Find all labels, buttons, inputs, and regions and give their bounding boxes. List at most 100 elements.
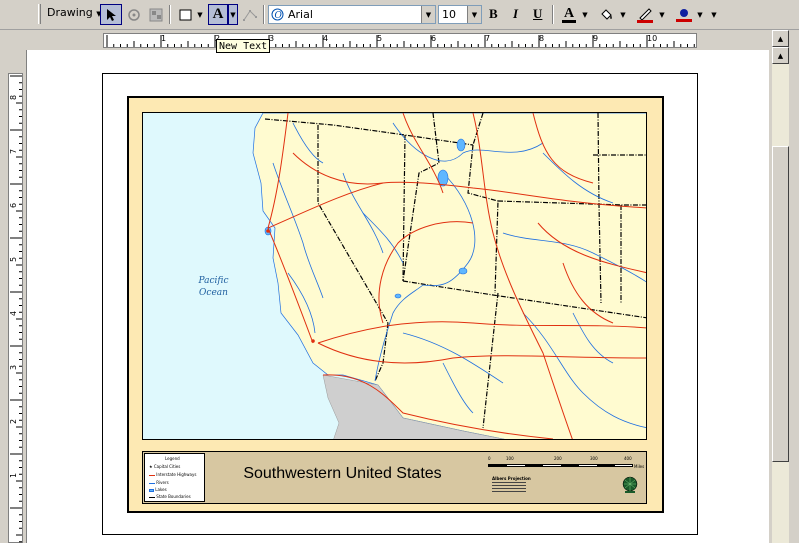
ruler-label: 1 <box>161 34 167 43</box>
ruler-label: 7 <box>485 34 491 43</box>
ruler-label: 8 <box>9 94 19 101</box>
marker-color-button[interactable] <box>673 4 695 25</box>
new-text-tooltip: New Text <box>216 39 271 53</box>
line-color-dropdown[interactable]: ▼ <box>658 4 666 25</box>
scale-tick-label: 100 <box>506 456 514 461</box>
projection-details <box>492 482 526 492</box>
map-title[interactable]: Southwestern United States <box>205 465 480 483</box>
scale-bar-area[interactable]: 0 100 200 300 400 Miles Albers Projectio… <box>488 456 644 501</box>
scale-tick-labels: 0 100 200 300 400 <box>488 456 638 462</box>
ruler-label: 5 <box>9 256 19 263</box>
rectangle-icon <box>179 9 191 20</box>
drawing-menu-label: Drawing <box>47 6 93 19</box>
vertices-icon <box>243 9 257 21</box>
lake-swatch-icon <box>149 488 154 492</box>
edit-vertices-button[interactable] <box>240 4 260 25</box>
layout-view-window: Drawing ▼ ▼ A ▼ O Arial ▼ 10 ▼ B I U A ▼… <box>0 0 799 543</box>
chevron-down-icon[interactable]: ▼ <box>467 6 481 23</box>
font-color-swatch <box>562 20 576 23</box>
rectangle-dropdown[interactable]: ▼ <box>196 4 204 25</box>
toolbar-grip[interactable] <box>38 4 41 24</box>
legend-item-label: Capital Cities <box>153 464 181 469</box>
ruler-label: 4 <box>323 34 329 43</box>
scroll-up-button[interactable]: ▲ <box>772 30 789 47</box>
fill-color-button[interactable] <box>596 4 616 25</box>
fill-color-dropdown[interactable]: ▼ <box>619 4 627 25</box>
legend-item: ★ Capital Cities <box>149 464 180 469</box>
scroll-thumb[interactable] <box>772 146 789 462</box>
chevron-down-icon: ▼ <box>697 10 703 19</box>
select-elements-button[interactable] <box>100 4 122 25</box>
legend-item: Rivers <box>149 480 169 485</box>
scale-tick-label: 200 <box>554 456 562 461</box>
font-color-dropdown[interactable]: ▼ <box>581 4 589 25</box>
drawing-menu-button[interactable]: Drawing ▼ <box>47 6 102 19</box>
scale-tick-label: 300 <box>590 456 598 461</box>
ocean-label-line: Pacific <box>198 276 229 286</box>
legend-item: State Boundaries <box>149 494 191 499</box>
scale-unit: Miles <box>634 464 645 469</box>
double-chevron-up-icon: ▲ <box>777 51 784 60</box>
marker-color-swatch <box>676 19 692 22</box>
font-name-combo[interactable]: O Arial ▼ <box>268 5 436 24</box>
legend-title: Legend <box>165 456 180 461</box>
chevron-down-icon[interactable]: ▼ <box>421 6 435 23</box>
new-rectangle-button[interactable] <box>174 4 196 25</box>
toolbar-options-button[interactable]: ▼ <box>709 4 719 25</box>
ruler-label: 3 <box>9 364 19 371</box>
ruler-label: 8 <box>539 34 545 43</box>
pacific-ocean-label[interactable]: Pacific Ocean <box>186 275 241 299</box>
toolbar-separator <box>263 5 265 24</box>
ocean-label-line: Ocean <box>199 288 228 298</box>
capital-city-marker <box>311 339 315 343</box>
projection-label: Albers Projection <box>492 476 531 481</box>
line-color-button[interactable] <box>634 4 656 25</box>
legend-item-label: Lakes <box>155 487 167 492</box>
font-color-button[interactable]: A <box>558 4 580 25</box>
ruler-label: 6 <box>9 202 19 209</box>
ruler-label: 4 <box>9 310 19 317</box>
star-icon: ★ <box>149 464 153 469</box>
line-color-swatch <box>637 19 653 23</box>
land-area <box>252 113 646 439</box>
scale-tick-label: 0 <box>488 456 491 461</box>
legend-item: Lakes <box>149 487 167 492</box>
new-text-button[interactable]: A <box>208 4 228 25</box>
ruler-label: 6 <box>431 34 437 43</box>
italic-button[interactable]: I <box>513 6 518 22</box>
boundary-line-icon <box>149 496 155 498</box>
text-a-icon: A <box>212 6 224 22</box>
text-tool-dropdown[interactable]: ▼ <box>228 4 238 25</box>
legend-item-label: Rivers <box>156 480 169 485</box>
chevron-down-icon: ▼ <box>197 10 203 19</box>
vertical-ruler[interactable]: 8 7 6 5 4 3 2 1 <box>8 73 23 543</box>
legend-item-label: State Boundaries <box>156 494 191 499</box>
vertical-scrollbar[interactable]: ▲ ▲ <box>772 30 789 543</box>
bold-button[interactable]: B <box>489 6 498 22</box>
pen-icon <box>639 7 652 20</box>
font-size-combo[interactable]: 10 ▼ <box>438 5 482 24</box>
svg-text:O: O <box>274 11 282 21</box>
chevron-down-icon: ▼ <box>659 10 665 19</box>
horizontal-ruler[interactable]: 1 2 3 4 5 6 7 8 9 10 <box>103 33 697 48</box>
pointer-icon <box>107 8 116 21</box>
toolbar-separator <box>552 5 554 24</box>
drawing-toolbar: Drawing ▼ ▼ A ▼ O Arial ▼ 10 ▼ B I U A ▼… <box>0 0 799 30</box>
opentype-font-icon: O <box>269 7 285 23</box>
road-line-icon <box>149 474 155 476</box>
identify-button[interactable] <box>146 4 166 25</box>
scroll-page-up-button[interactable]: ▲ <box>772 47 789 64</box>
scale-tick-label: 400 <box>624 456 632 461</box>
font-name-value: Arial <box>288 8 313 21</box>
legend-item: Interstate Highways <box>149 472 196 477</box>
marker-color-dropdown[interactable]: ▼ <box>696 4 704 25</box>
ruler-label: 1 <box>9 472 19 479</box>
chevron-down-icon: ▼ <box>711 10 717 19</box>
window-edge <box>789 30 799 543</box>
ruler-label: 2 <box>9 418 19 425</box>
marker-dot-icon <box>680 9 688 17</box>
underline-button[interactable]: U <box>533 6 542 22</box>
map-legend[interactable]: Legend ★ Capital Cities Interstate Highw… <box>144 453 205 502</box>
zoom-whole-page-button[interactable] <box>124 4 144 25</box>
capital-city-marker <box>266 229 270 233</box>
